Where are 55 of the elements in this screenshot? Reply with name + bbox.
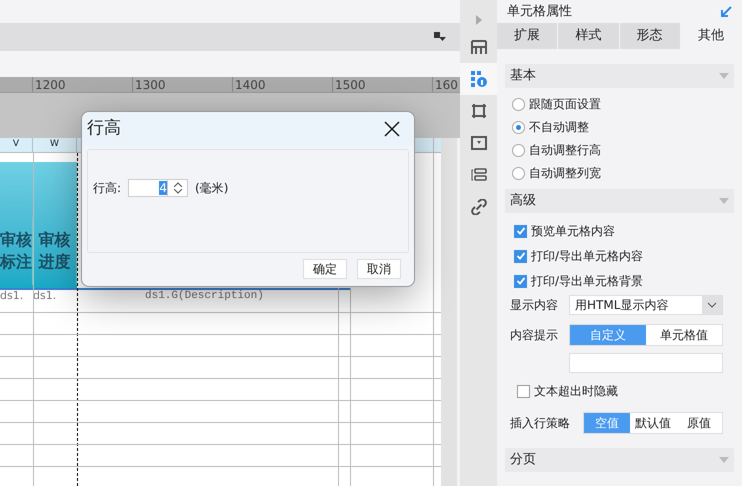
checkbox-label: 预览单元格内容 xyxy=(531,223,615,240)
radio-button[interactable] xyxy=(512,144,525,156)
spin-down-icon[interactable] xyxy=(172,189,183,194)
rows-icon[interactable] xyxy=(470,168,486,182)
field-label: 行高: xyxy=(93,180,122,197)
column-header[interactable]: V xyxy=(0,138,33,152)
field-label: 内容提示 xyxy=(510,327,559,344)
table-icon[interactable] xyxy=(470,39,486,55)
radio-label: 不自动调整 xyxy=(529,119,589,136)
checkbox-label: 打印/导出单元格内容 xyxy=(531,248,644,265)
checkbox[interactable] xyxy=(514,224,527,238)
radio-label: 跟随页面设置 xyxy=(529,96,601,113)
input-field[interactable] xyxy=(569,353,723,373)
table-cell: ds1.G(Description) xyxy=(145,290,264,302)
ruler: 1200 1300 1400 1500 160 xyxy=(0,77,460,93)
table-cell-text: ds1. xyxy=(33,290,58,302)
dialog-button[interactable]: 取消 xyxy=(357,259,401,279)
dialog-title: 行高 xyxy=(87,117,121,140)
section-header[interactable]: 基本 xyxy=(505,64,734,88)
field-label: 插入行策略 xyxy=(510,415,571,432)
tab[interactable]: 形态 xyxy=(620,23,681,49)
radio-label: 自动调整列宽 xyxy=(529,165,601,182)
cell-info-icon[interactable] xyxy=(470,71,486,87)
checkbox[interactable] xyxy=(517,384,530,398)
checkbox-label: 打印/导出单元格背景 xyxy=(531,273,644,290)
checkbox[interactable] xyxy=(514,250,527,262)
radio-button[interactable] xyxy=(512,98,525,110)
radio-button[interactable] xyxy=(512,166,525,180)
segment-button[interactable]: 默认值 xyxy=(630,413,676,433)
collapse-arrow-icon[interactable] xyxy=(720,6,732,18)
segment-button[interactable]: 单元格值 xyxy=(646,325,722,345)
spin-up-icon[interactable] xyxy=(172,182,183,187)
select-field[interactable]: 用HTML显示内容 xyxy=(569,295,723,315)
dropdown-box-icon[interactable] xyxy=(470,136,486,150)
chevron-down-icon[interactable] xyxy=(707,302,717,308)
segment-button[interactable]: 原值 xyxy=(676,413,722,433)
table-cell-text: ds1. xyxy=(0,290,24,302)
radio-button[interactable] xyxy=(512,120,525,134)
checkbox-label: 文本超出时隐藏 xyxy=(534,383,618,400)
scrollbar[interactable] xyxy=(441,138,457,486)
panel-title: 单元格属性 xyxy=(507,2,572,21)
section-header[interactable]: 分页 xyxy=(505,448,734,472)
expand-icon[interactable] xyxy=(474,14,482,26)
field-label: 显示内容 xyxy=(510,297,559,314)
format-dropdown-icon[interactable] xyxy=(434,32,446,42)
link-icon[interactable] xyxy=(470,199,486,215)
tab[interactable]: 样式 xyxy=(558,23,620,49)
section-header[interactable]: 高级 xyxy=(505,189,734,213)
column-header[interactable]: W xyxy=(33,138,77,152)
radio-label: 自动调整行高 xyxy=(529,142,601,159)
tab[interactable]: 扩展 xyxy=(497,23,558,49)
close-icon[interactable] xyxy=(384,121,400,137)
checkbox[interactable] xyxy=(514,274,527,288)
dialog-button[interactable]: 确定 xyxy=(303,259,347,279)
unit-label: (毫米) xyxy=(195,180,228,197)
